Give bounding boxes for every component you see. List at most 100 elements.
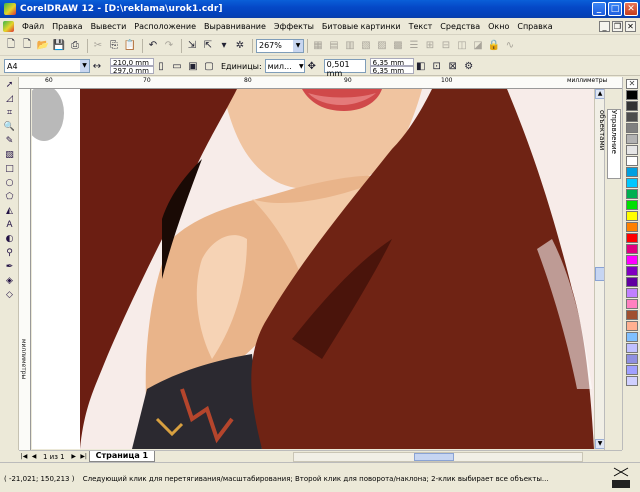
export-icon[interactable]: ⇱ [201, 39, 215, 53]
color-swatch[interactable] [626, 233, 638, 243]
cut-icon[interactable]: ✂ [91, 39, 105, 53]
polygon-tool-icon[interactable]: ⬠ [2, 190, 17, 203]
outline-tool-icon[interactable]: ✒ [2, 260, 17, 273]
menu-view[interactable]: Вывести [87, 22, 131, 31]
crop-tool-icon[interactable]: ⌗ [2, 106, 17, 119]
horizontal-ruler[interactable]: 60 70 80 90 100 миллиметры [19, 77, 622, 89]
duplicate-y-field[interactable]: 6,35 mm [369, 66, 414, 75]
back-minus-front-icon[interactable]: ▩ [391, 39, 405, 53]
color-swatch[interactable] [626, 211, 638, 221]
text-tool-icon[interactable]: A [2, 218, 17, 231]
color-swatch[interactable] [626, 189, 638, 199]
menu-layout[interactable]: Расположение [130, 22, 200, 31]
color-swatch[interactable] [626, 288, 638, 298]
combine-icon[interactable]: ◫ [455, 39, 469, 53]
color-swatch[interactable] [626, 321, 638, 331]
color-swatch[interactable] [626, 90, 638, 100]
page-width-field[interactable]: 210,0 mm [110, 58, 154, 67]
lock-icon[interactable]: 🔒 [487, 39, 501, 53]
units-select[interactable]: мил... ▼ [264, 59, 305, 73]
smart-fill-tool-icon[interactable]: ▨ [2, 148, 17, 161]
previous-page-icon[interactable]: ◀ [29, 452, 39, 462]
intersect-icon[interactable]: ▥ [343, 39, 357, 53]
color-swatch[interactable] [626, 101, 638, 111]
color-swatch[interactable] [626, 200, 638, 210]
options-icon[interactable]: ⚙ [462, 59, 476, 73]
new-icon[interactable]: 🗋 [4, 39, 18, 53]
pick-tool-icon[interactable]: ➚ [2, 78, 17, 91]
undo-icon[interactable]: ↶ [146, 39, 160, 53]
color-swatch[interactable] [626, 376, 638, 386]
close-button[interactable]: ✕ [624, 2, 638, 16]
copy-icon[interactable]: ⎘ [107, 39, 121, 53]
doc-close-button[interactable]: ✕ [625, 21, 636, 32]
last-page-icon[interactable]: ▶| [79, 452, 89, 462]
color-swatch[interactable] [626, 299, 638, 309]
rectangle-tool-icon[interactable]: □ [2, 162, 17, 175]
menu-edit[interactable]: Правка [48, 22, 86, 31]
portrait-icon[interactable]: ▯ [154, 59, 168, 73]
save-icon[interactable]: 💾 [52, 39, 66, 53]
paste-icon[interactable]: 📋 [123, 39, 137, 53]
doc-minimize-button[interactable]: _ [599, 21, 610, 32]
vector-illustration[interactable] [32, 89, 594, 449]
color-swatch[interactable] [626, 343, 638, 353]
menu-arrange[interactable]: Выравнивание [200, 22, 270, 31]
align-icon[interactable]: ☰ [407, 39, 421, 53]
color-swatch[interactable] [626, 222, 638, 232]
color-swatch[interactable] [626, 156, 638, 166]
menu-text[interactable]: Текст [405, 22, 437, 31]
menu-file[interactable]: Файл [18, 22, 48, 31]
landscape-icon[interactable]: ▭ [170, 59, 184, 73]
fill-outline-indicator-icon[interactable] [608, 466, 634, 490]
color-swatch[interactable] [626, 332, 638, 342]
group-icon[interactable]: ⊞ [423, 39, 437, 53]
menu-bitmaps[interactable]: Битовые картинки [318, 22, 405, 31]
snap-to-guidelines-icon[interactable]: ⊠ [446, 59, 460, 73]
color-swatch[interactable] [626, 266, 638, 276]
menu-window[interactable]: Окно [484, 22, 513, 31]
doc-restore-button[interactable]: ❐ [612, 21, 623, 32]
no-color-swatch[interactable]: ✕ [626, 79, 638, 89]
interactive-fill-tool-icon[interactable]: ◇ [2, 288, 17, 301]
paper-type-select[interactable]: A4 ▼ [4, 59, 90, 73]
vertical-ruler[interactable]: миллиметры [19, 89, 31, 450]
ellipse-tool-icon[interactable]: ○ [2, 176, 17, 189]
chevron-down-icon[interactable]: ▼ [299, 63, 304, 70]
horizontal-scrollbar[interactable] [293, 451, 584, 462]
minimize-button[interactable]: _ [592, 2, 606, 16]
snap-to-objects-icon[interactable]: ⊡ [430, 59, 444, 73]
weld-icon[interactable]: ▦ [311, 39, 325, 53]
shape-tool-icon[interactable]: ◿ [2, 92, 17, 105]
zoom-tool-icon[interactable]: 🔍 [2, 120, 17, 133]
front-minus-back-icon[interactable]: ▨ [375, 39, 389, 53]
duplicate-x-field[interactable]: 6,35 mm [369, 58, 414, 67]
object-manager-tab[interactable]: Управление объектами [598, 109, 621, 179]
nudge-distance-field[interactable]: 0,501 mm [323, 59, 366, 78]
import-icon[interactable]: ⇲ [185, 39, 199, 53]
chevron-down-icon[interactable]: ▼ [80, 60, 89, 72]
color-swatch[interactable] [626, 354, 638, 364]
color-swatch[interactable] [626, 178, 638, 188]
application-launcher-icon[interactable]: ▾ [217, 39, 231, 53]
page-height-field[interactable]: 297,0 mm [110, 66, 154, 75]
redo-icon[interactable]: ↷ [162, 39, 176, 53]
trim-icon[interactable]: ▤ [327, 39, 341, 53]
convert-to-curves-icon[interactable]: ∿ [503, 39, 517, 53]
break-apart-icon[interactable]: ◪ [471, 39, 485, 53]
freehand-tool-icon[interactable]: ✎ [2, 134, 17, 147]
color-swatch[interactable] [626, 134, 638, 144]
fill-tool-icon[interactable]: ◈ [2, 274, 17, 287]
menu-help[interactable]: Справка [513, 22, 556, 31]
basic-shapes-tool-icon[interactable]: ◭ [2, 204, 17, 217]
color-swatch[interactable] [626, 123, 638, 133]
current-page-icon[interactable]: ▢ [202, 59, 216, 73]
ungroup-icon[interactable]: ⊟ [439, 39, 453, 53]
color-swatch[interactable] [626, 277, 638, 287]
eyedropper-tool-icon[interactable]: ⚲ [2, 246, 17, 259]
maximize-button[interactable]: □ [608, 2, 622, 16]
color-swatch[interactable] [626, 145, 638, 155]
interactive-blend-tool-icon[interactable]: ◐ [2, 232, 17, 245]
chevron-down-icon[interactable]: ▼ [293, 39, 303, 52]
simplify-icon[interactable]: ▧ [359, 39, 373, 53]
